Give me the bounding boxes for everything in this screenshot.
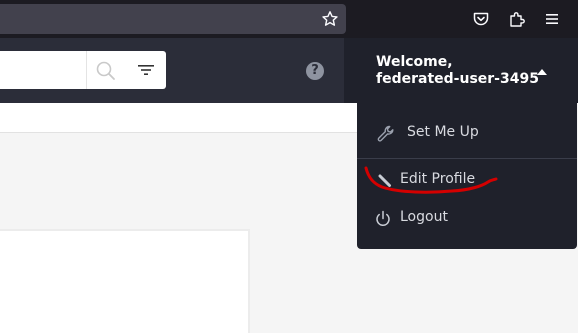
username-text: federated-user-3495 — [376, 71, 539, 87]
menu-divider — [357, 158, 577, 159]
user-dropdown-menu: Set Me Up Edit Profile Logout — [357, 103, 577, 249]
content-panel — [0, 229, 250, 333]
menu-item-label: Set Me Up — [407, 124, 479, 140]
bookmark-star-icon[interactable] — [320, 9, 340, 29]
menu-item-edit-profile[interactable]: Edit Profile — [357, 160, 577, 200]
user-menu-toggle[interactable]: Welcome, federated-user-3495 — [344, 38, 578, 103]
menu-item-label: Logout — [400, 209, 448, 225]
caret-up-icon — [537, 69, 547, 75]
filter-icon[interactable] — [136, 61, 156, 79]
help-icon[interactable]: ? — [306, 62, 324, 80]
screen: ? Welcome, federated-user-3495 Set Me Up — [0, 0, 578, 333]
search-field[interactable] — [0, 51, 166, 89]
sub-toolbar — [0, 103, 358, 133]
menu-item-set-me-up[interactable]: Set Me Up — [357, 113, 577, 153]
power-icon — [373, 209, 393, 229]
pocket-icon[interactable] — [471, 9, 491, 29]
menu-item-logout[interactable]: Logout — [357, 198, 577, 238]
search-divider — [86, 51, 87, 89]
search-icon[interactable] — [95, 60, 117, 82]
welcome-text: Welcome, — [376, 54, 453, 70]
extensions-icon[interactable] — [507, 9, 527, 29]
browser-toolbar — [0, 0, 578, 38]
wrench-icon — [376, 124, 396, 144]
menu-item-label: Edit Profile — [400, 171, 476, 187]
pencil-icon — [375, 171, 395, 191]
address-bar[interactable] — [0, 4, 346, 34]
hamburger-menu-icon[interactable] — [542, 9, 562, 29]
